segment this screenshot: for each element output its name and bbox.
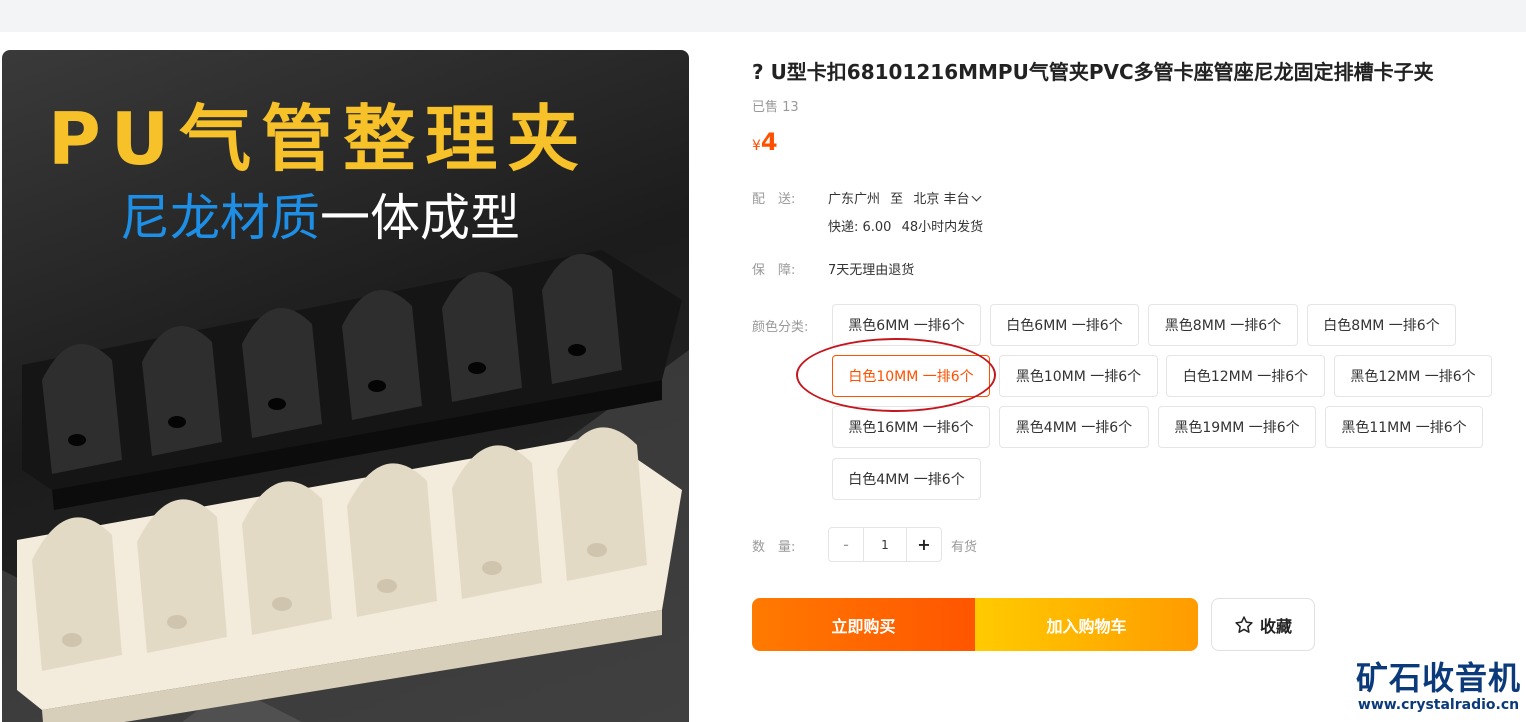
price-value: 4	[760, 128, 778, 156]
stock-status: 有货	[951, 540, 978, 555]
watermark: 矿石收音机 www.crystalradio.cn	[1356, 660, 1521, 714]
sku-option[interactable]: 黑色8MM 一排6个	[1148, 304, 1298, 346]
image-subline: 尼龙材质一体成型	[120, 178, 520, 250]
watermark-url: www.crystalradio.cn	[1357, 697, 1520, 713]
delivery-to: 北京 丰台	[913, 192, 970, 207]
ship-time: 48小时内发货	[901, 220, 984, 235]
express-fee: 快递: 6.00	[828, 220, 892, 235]
variants-label: 颜色分类:	[752, 320, 809, 335]
sku-option-selected[interactable]: 白色10MM 一排6个	[832, 355, 990, 397]
image-sub-blue: 尼龙材质	[120, 189, 320, 247]
sku-option[interactable]: 黑色12MM 一排6个	[1334, 355, 1492, 397]
sku-option[interactable]: 白色12MM 一排6个	[1166, 355, 1325, 397]
sku-option[interactable]: 黑色4MM 一排6个	[999, 406, 1149, 448]
sku-option[interactable]: 白色4MM 一排6个	[832, 458, 981, 500]
guarantee-text: 7天无理由退货	[828, 263, 915, 278]
sold-count: 已售 13	[752, 100, 799, 115]
quantity-value[interactable]: 1	[863, 528, 907, 561]
price-currency: ¥	[752, 138, 761, 154]
product-title: ? U型卡扣68101216MMPU气管夹PVC多管卡座管座尼龙固定排槽卡子夹	[752, 60, 1434, 84]
delivery-route[interactable]: 广东广州 至 北京 丰台	[828, 188, 982, 207]
add-to-cart-button[interactable]: 加入购物车	[975, 598, 1198, 651]
plus-button[interactable]: +	[907, 528, 941, 561]
sku-option[interactable]: 黑色6MM 一排6个	[832, 304, 981, 346]
guarantee-label: 保 障:	[752, 263, 796, 278]
delivery-express: 快递: 6.00 48小时内发货	[828, 216, 983, 235]
sku-option[interactable]: 黑色16MM 一排6个	[832, 406, 990, 448]
star-icon	[1235, 615, 1253, 633]
sku-option[interactable]: 白色8MM 一排6个	[1307, 304, 1456, 346]
price: ¥4	[752, 128, 778, 156]
sku-option[interactable]: 黑色11MM 一排6个	[1325, 406, 1483, 448]
delivery-label: 配 送:	[752, 192, 796, 207]
favorite-label: 收藏	[1259, 616, 1292, 636]
sku-option[interactable]: 黑色10MM 一排6个	[999, 355, 1158, 397]
delivery-to-word: 至	[890, 192, 904, 207]
delivery-from: 广东广州	[828, 192, 881, 207]
quantity-stepper[interactable]: - 1 +	[828, 527, 942, 562]
image-sub-white: 一体成型	[320, 189, 520, 247]
favorite-button[interactable]: 收藏	[1211, 598, 1315, 651]
sku-option[interactable]: 黑色19MM 一排6个	[1158, 406, 1316, 448]
sku-option[interactable]: 白色6MM 一排6个	[990, 304, 1139, 346]
watermark-title: 矿石收音机	[1356, 659, 1522, 697]
quantity-label: 数 量:	[752, 540, 796, 555]
buy-now-button[interactable]: 立即购买	[752, 598, 975, 651]
chevron-down-icon[interactable]	[972, 191, 982, 202]
image-headline: PU气管整理夹	[48, 97, 590, 181]
top-bar	[0, 0, 1526, 32]
minus-button[interactable]: -	[829, 528, 863, 561]
product-image[interactable]: PU气管整理夹 尼龙材质一体成型	[2, 50, 689, 722]
